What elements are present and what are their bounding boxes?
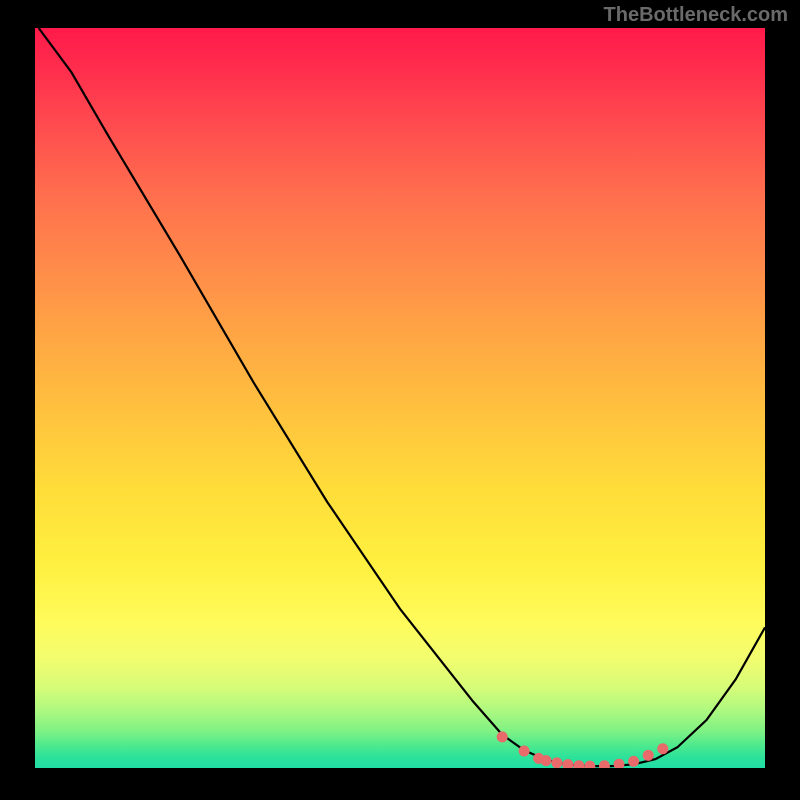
watermark: TheBottleneck.com bbox=[604, 4, 788, 27]
marker-dot bbox=[614, 759, 625, 768]
marker-dot bbox=[551, 757, 562, 768]
plot-area bbox=[35, 28, 765, 768]
marker-dot bbox=[519, 745, 530, 756]
marker-dot bbox=[573, 760, 584, 768]
marker-dot bbox=[628, 756, 639, 767]
marker-dot bbox=[497, 731, 508, 742]
marker-dot bbox=[599, 760, 610, 768]
marker-dot bbox=[541, 755, 552, 766]
marker-dot bbox=[657, 743, 668, 754]
curve-line bbox=[39, 28, 765, 766]
marker-dot bbox=[562, 759, 573, 768]
marker-dot bbox=[643, 750, 654, 761]
chart-svg bbox=[35, 28, 765, 768]
marker-dot bbox=[584, 761, 595, 768]
